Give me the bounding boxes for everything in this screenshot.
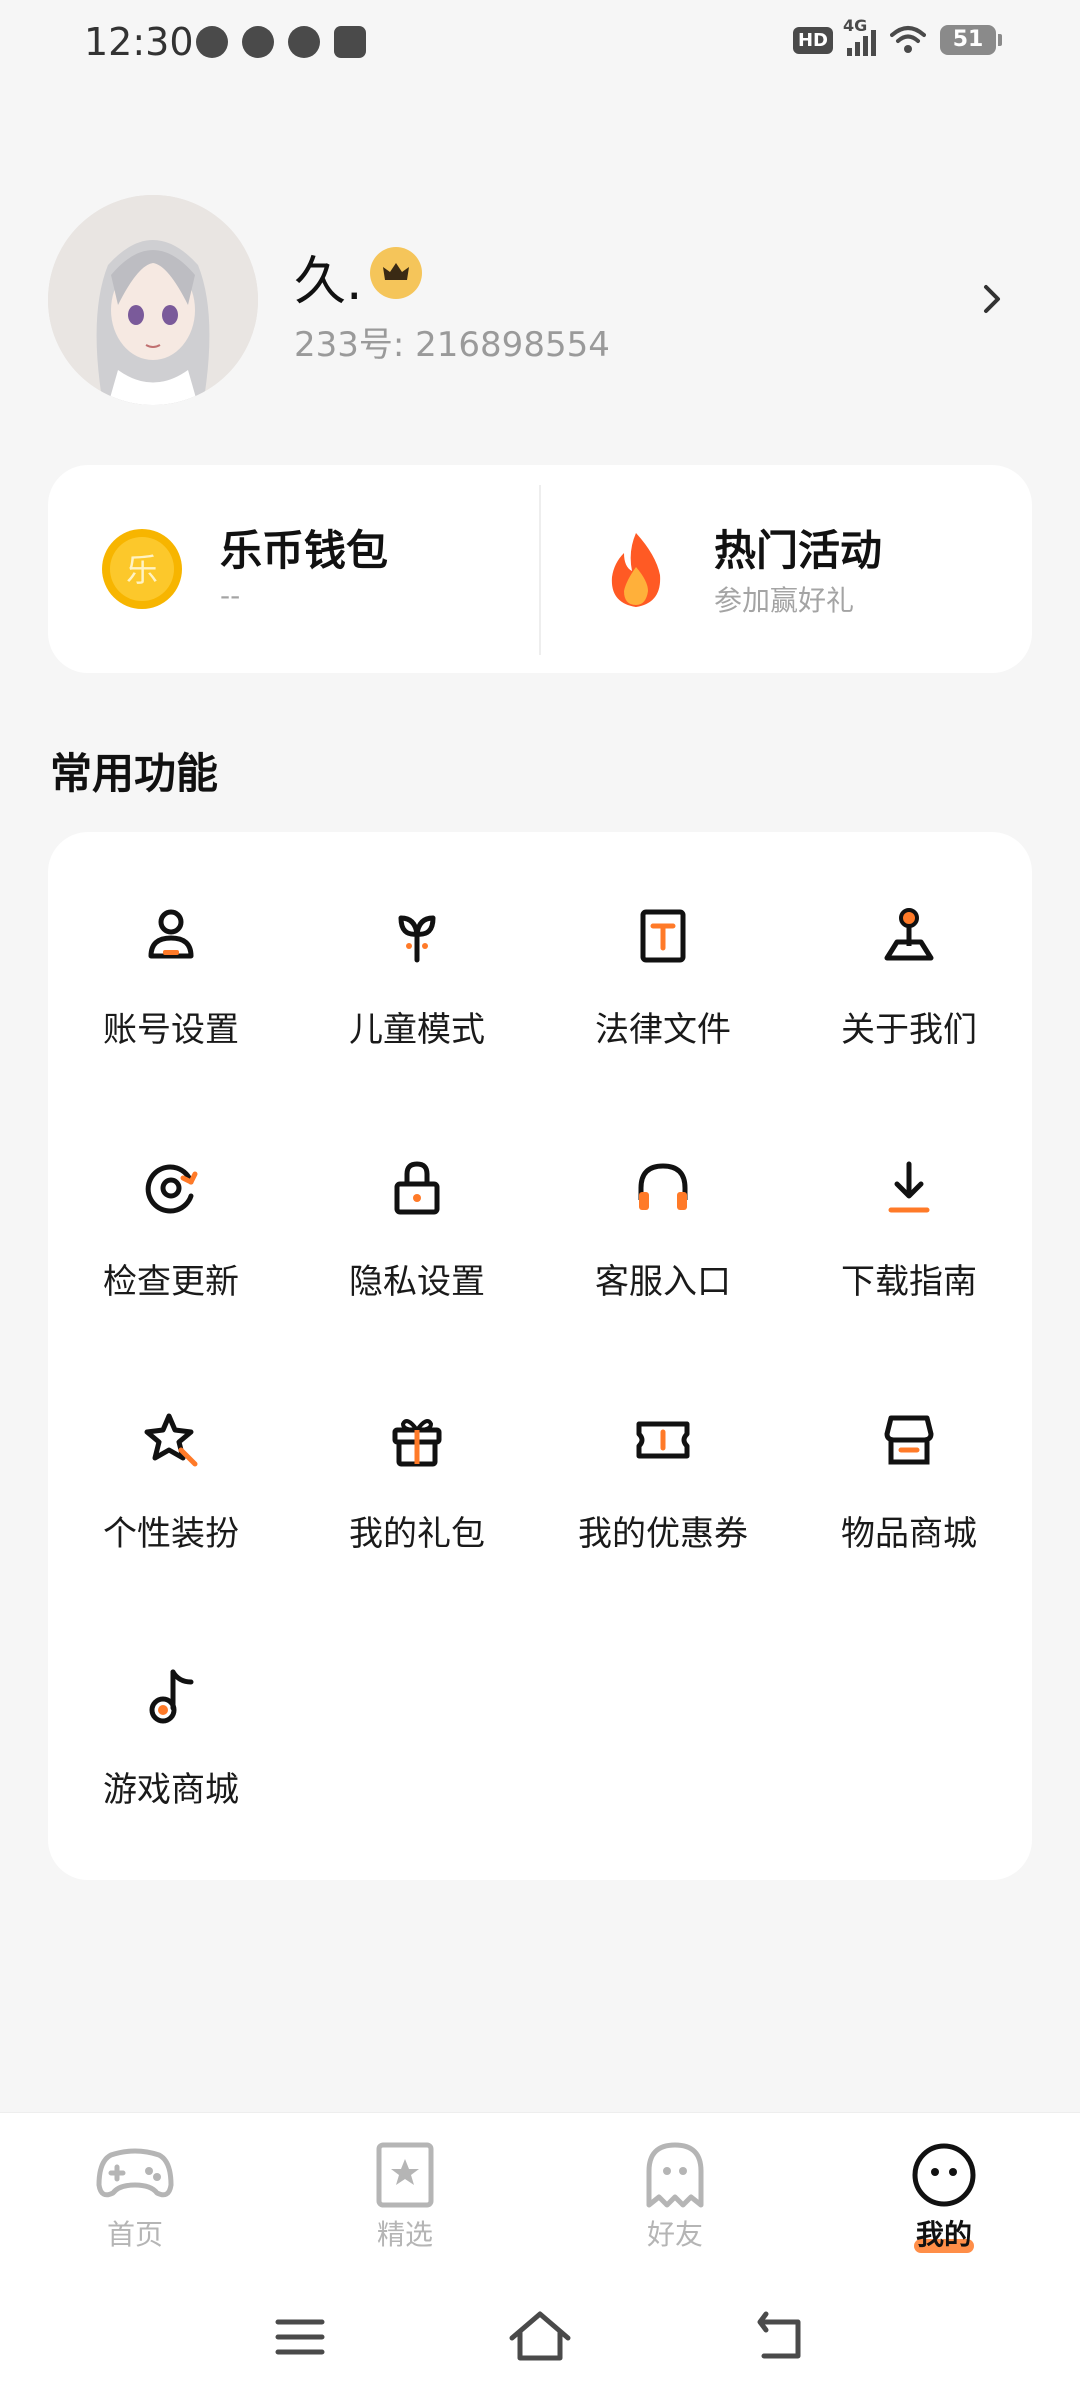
hot-activity-entry[interactable]: 热门活动 参加赢好礼 bbox=[542, 465, 1022, 673]
func-label: 法律文件 bbox=[595, 1010, 731, 1050]
wifi-icon bbox=[890, 26, 926, 53]
divider bbox=[539, 485, 541, 655]
signal-icon: 4G bbox=[843, 16, 876, 56]
download-icon bbox=[888, 1161, 930, 1213]
func-label: 隐私设置 bbox=[349, 1262, 485, 1302]
user-name: 久. bbox=[294, 252, 363, 312]
tab-me[interactable]: 我的 bbox=[864, 2141, 1024, 2261]
status-time: 12:30 bbox=[84, 20, 194, 64]
wallet-balance: -- bbox=[220, 579, 241, 612]
tab-label: 我的 bbox=[915, 2218, 972, 2251]
tab-friends[interactable]: 好友 bbox=[595, 2141, 755, 2261]
func-check-update[interactable]: 检查更新 bbox=[48, 1084, 294, 1304]
status-indicators: HD 4G 51 bbox=[792, 16, 1002, 56]
func-label: 关于我们 bbox=[841, 1010, 977, 1050]
star-bookmark-icon bbox=[376, 2142, 434, 2208]
home-icon[interactable] bbox=[500, 2302, 580, 2372]
func-label: 游戏商城 bbox=[103, 1770, 239, 1810]
func-customer-service[interactable]: 客服入口 bbox=[540, 1084, 786, 1304]
func-label: 我的优惠券 bbox=[578, 1514, 748, 1554]
tab-home[interactable]: 首页 bbox=[55, 2141, 215, 2261]
wallet-entry[interactable]: 乐 乐币钱包 -- bbox=[48, 465, 528, 673]
play-icon bbox=[334, 26, 366, 58]
status-app-icons bbox=[196, 26, 366, 58]
quick-actions-card: 乐 乐币钱包 -- 热门活动 参加赢好礼 bbox=[48, 465, 1032, 673]
tab-featured[interactable]: 精选 bbox=[325, 2141, 485, 2261]
func-label: 下载指南 bbox=[841, 1262, 977, 1302]
status-bar: 12:30 HD 4G 51 bbox=[0, 0, 1080, 90]
func-about-us[interactable]: 关于我们 bbox=[786, 832, 1032, 1052]
joystick-icon bbox=[884, 908, 934, 961]
store-icon bbox=[884, 1415, 934, 1465]
svg-text:乐: 乐 bbox=[126, 551, 158, 589]
profile-header[interactable]: 久. 233号: 216898554 bbox=[48, 195, 1032, 405]
star-wand-icon bbox=[144, 1413, 198, 1467]
user-id: 233号: 216898554 bbox=[294, 325, 610, 365]
hd-badge: HD bbox=[792, 26, 833, 54]
section-title: 常用功能 bbox=[50, 749, 219, 798]
music-note-icon bbox=[149, 1669, 194, 1724]
ghost-icon bbox=[646, 2142, 704, 2208]
function-grid: 账号设置 儿童模式 法律文件 关于我们 检查更新 隐私设置 客服入口 下载指南 … bbox=[48, 832, 1032, 1880]
clock-icon bbox=[196, 26, 228, 58]
func-label: 我的礼包 bbox=[349, 1514, 485, 1554]
back-icon[interactable] bbox=[740, 2302, 820, 2372]
crown-icon bbox=[370, 247, 422, 299]
headset-icon bbox=[638, 1163, 688, 1210]
coupon-icon bbox=[636, 1421, 690, 1459]
update-icon bbox=[145, 1164, 198, 1214]
avatar[interactable] bbox=[48, 195, 258, 405]
fire-icon bbox=[611, 533, 661, 607]
func-game-store[interactable]: 游戏商城 bbox=[48, 1592, 294, 1812]
func-my-gifts[interactable]: 我的礼包 bbox=[294, 1336, 540, 1556]
bottom-tab-bar: 首页 精选 好友 我的 bbox=[0, 2112, 1080, 2262]
wallet-title: 乐币钱包 bbox=[220, 526, 389, 575]
sprout-icon bbox=[398, 915, 436, 963]
avatar-image bbox=[48, 195, 258, 405]
func-personal-dressup[interactable]: 个性装扮 bbox=[48, 1336, 294, 1556]
gift-icon bbox=[392, 1419, 442, 1467]
activity-subtitle: 参加赢好礼 bbox=[714, 584, 855, 617]
func-my-coupons[interactable]: 我的优惠券 bbox=[540, 1336, 786, 1556]
tab-label: 精选 bbox=[376, 2218, 433, 2251]
tab-label: 好友 bbox=[646, 2218, 703, 2251]
func-label: 儿童模式 bbox=[349, 1010, 485, 1050]
func-legal-docs[interactable]: 法律文件 bbox=[540, 832, 786, 1052]
tab-label: 首页 bbox=[106, 2218, 163, 2251]
func-kids-mode[interactable]: 儿童模式 bbox=[294, 832, 540, 1052]
func-privacy-settings[interactable]: 隐私设置 bbox=[294, 1084, 540, 1304]
func-label: 个性装扮 bbox=[103, 1514, 239, 1554]
menu-icon[interactable] bbox=[260, 2302, 340, 2372]
lock-icon bbox=[394, 1161, 440, 1215]
func-item-store[interactable]: 物品商城 bbox=[786, 1336, 1032, 1556]
wechat-icon bbox=[242, 26, 274, 58]
system-nav-bar bbox=[0, 2262, 1080, 2408]
coin-icon: 乐 bbox=[102, 529, 182, 609]
activity-title: 热门活动 bbox=[714, 526, 883, 575]
func-download-guide[interactable]: 下载指南 bbox=[786, 1084, 1032, 1304]
chevron-right-icon[interactable] bbox=[972, 279, 1012, 319]
battery-icon: 51 bbox=[940, 25, 1002, 55]
gamepad-icon bbox=[96, 2148, 174, 2198]
document-icon bbox=[640, 909, 686, 963]
smiley-icon bbox=[912, 2143, 976, 2207]
func-label: 物品商城 bbox=[841, 1514, 977, 1554]
func-label: 检查更新 bbox=[103, 1262, 239, 1302]
account-icon bbox=[148, 909, 194, 959]
network-type: 4G bbox=[843, 16, 868, 35]
func-label: 客服入口 bbox=[595, 1262, 731, 1302]
func-label: 账号设置 bbox=[103, 1010, 239, 1050]
func-account-settings[interactable]: 账号设置 bbox=[48, 832, 294, 1052]
message-icon bbox=[288, 26, 320, 58]
